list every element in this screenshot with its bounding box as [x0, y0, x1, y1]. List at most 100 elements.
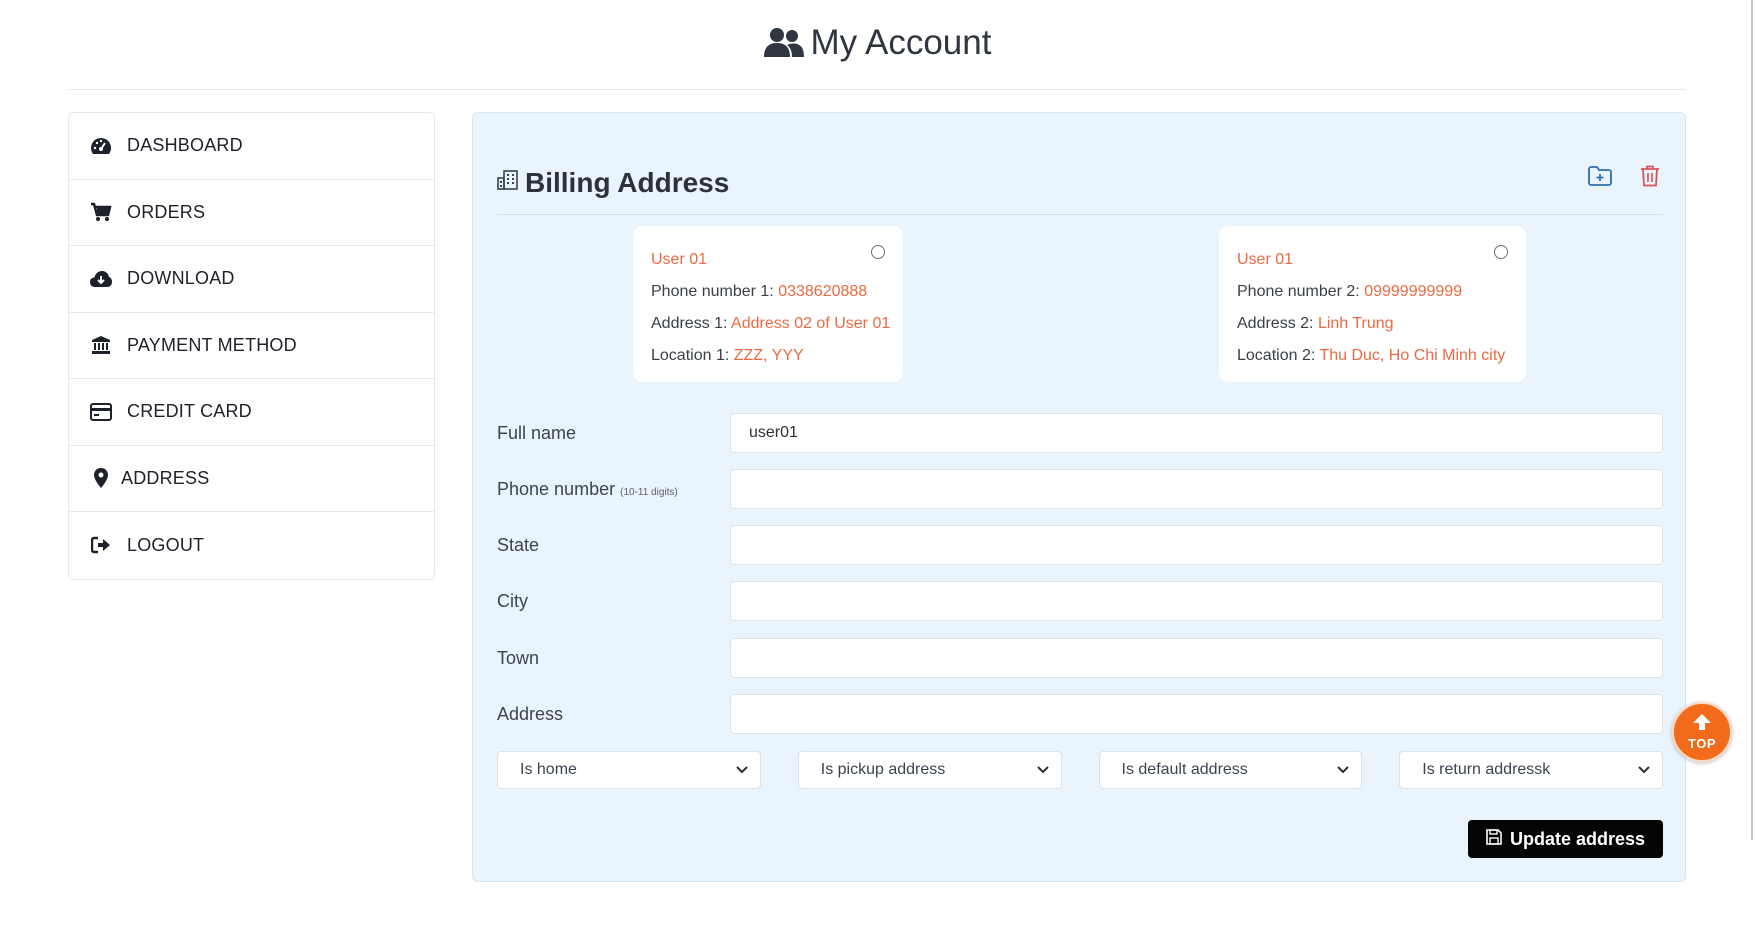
- phone-label: Phone number: [497, 478, 616, 499]
- phone-label: Phone number 1:: [651, 283, 774, 300]
- address-phone: Phone number 2: 09999999999: [1237, 276, 1508, 308]
- sidebar: DASHBOARD ORDERS DOWNLOAD PAYMENT METHOD…: [68, 112, 435, 580]
- sidebar-item-label: DASHBOARD: [127, 135, 243, 156]
- select-value: Is pickup address: [820, 761, 946, 778]
- city-label: City: [497, 590, 528, 611]
- bank-icon: [89, 333, 113, 357]
- town-label: Town: [497, 647, 540, 668]
- address-card[interactable]: User 01 Phone number 2: 09999999999 Addr…: [1219, 226, 1526, 382]
- fullname-input[interactable]: [730, 413, 1663, 453]
- billing-address-card: Billing Address User 01 Phone number 1: …: [472, 112, 1686, 882]
- sidebar-item-label: ADDRESS: [121, 467, 210, 488]
- phone-label-wrap: Phone number (10-11 digits): [497, 479, 730, 500]
- sidebar-item-label: CREDIT CARD: [127, 401, 252, 422]
- address-name-value: User 01: [651, 251, 708, 268]
- fullname-row: Full name: [497, 413, 1663, 453]
- sidebar-item-label: LOGOUT: [127, 534, 205, 555]
- sidebar-item-label: ORDERS: [127, 201, 206, 222]
- sidebar-item-download[interactable]: DOWNLOAD: [69, 246, 434, 313]
- state-input[interactable]: [730, 525, 1663, 565]
- select-value: Is return addressk: [1422, 761, 1551, 778]
- cart-icon: [89, 200, 113, 224]
- address-name-value: User 01: [1237, 251, 1294, 268]
- card-title: Billing Address: [525, 166, 730, 198]
- page-header: My Account: [68, 0, 1686, 90]
- address-card[interactable]: User 01 Phone number 1: 0338620888 Addre…: [633, 226, 903, 382]
- chevron-down-icon: [1337, 761, 1349, 779]
- map-pin-icon: [89, 466, 113, 490]
- location-label: Location 1:: [651, 347, 730, 364]
- address-location: Location 1: ZZZ, YYY: [651, 340, 885, 372]
- phone-input[interactable]: [730, 469, 1663, 509]
- location-value: ZZZ, YYY: [733, 347, 804, 364]
- sidebar-item-logout[interactable]: LOGOUT: [69, 512, 434, 579]
- address-type-selects: Is home Is pickup address Is default add…: [497, 751, 1663, 789]
- users-icon: [763, 27, 805, 59]
- is-home-select[interactable]: Is home: [497, 751, 761, 789]
- sidebar-item-address[interactable]: ADDRESS: [69, 446, 434, 512]
- sidebar-item-label: DOWNLOAD: [127, 268, 235, 289]
- select-value: Is default address: [1121, 761, 1248, 778]
- chevron-down-icon: [1638, 761, 1650, 779]
- card-header: Billing Address: [497, 151, 1663, 215]
- update-address-label: Update address: [1509, 828, 1646, 849]
- update-address-button[interactable]: Update address: [1468, 820, 1663, 858]
- location-label: Location 2:: [1237, 347, 1316, 364]
- address-value: Address 02 of User 01: [731, 315, 891, 332]
- page-title: My Account: [810, 22, 992, 62]
- address-radio[interactable]: [871, 245, 885, 259]
- town-row: Town: [497, 638, 1663, 678]
- state-label: State: [497, 534, 540, 555]
- address-label: Address 2:: [1237, 315, 1314, 332]
- is-default-select[interactable]: Is default address: [1098, 751, 1363, 789]
- chevron-down-icon: [736, 761, 748, 779]
- location-value: Thu Duc, Ho Chi Minh city: [1319, 347, 1506, 364]
- cloud-download-icon: [89, 267, 113, 291]
- address-phone: Phone number 1: 0338620888: [651, 276, 885, 308]
- add-address-button[interactable]: [1587, 165, 1613, 191]
- address-location: Location 2: Thu Duc, Ho Chi Minh city: [1237, 340, 1508, 372]
- gauge-icon: [89, 134, 113, 158]
- address-address: Address 1: Address 02 of User 01: [651, 308, 890, 340]
- address-label: Address 1:: [651, 315, 728, 332]
- header-actions: [1587, 165, 1663, 191]
- address-address: Address 2: Linh Trung: [1237, 308, 1508, 340]
- fullname-label: Full name: [497, 422, 577, 443]
- sidebar-item-dashboard[interactable]: DASHBOARD: [69, 113, 434, 180]
- building-icon: [497, 169, 519, 196]
- arrow-up-icon: [1693, 713, 1711, 735]
- city-input[interactable]: [730, 581, 1663, 621]
- scroll-to-top-label: TOP: [1688, 735, 1716, 751]
- address-radio[interactable]: [1494, 245, 1508, 259]
- address-row: Address: [497, 694, 1663, 734]
- sidebar-item-credit-card[interactable]: CREDIT CARD: [69, 379, 434, 446]
- address-name: User 01: [1237, 244, 1508, 276]
- folder-plus-icon: [1588, 165, 1612, 191]
- city-row: City: [497, 581, 1663, 621]
- address-name: User 01: [651, 244, 885, 276]
- sidebar-item-payment-method[interactable]: PAYMENT METHOD: [69, 313, 434, 379]
- trash-icon: [1640, 165, 1660, 192]
- address-input[interactable]: [730, 694, 1663, 734]
- phone-row: Phone number (10-11 digits): [497, 469, 1663, 509]
- phone-label: Phone number 2:: [1237, 283, 1360, 300]
- page-title-wrap: My Account: [763, 22, 992, 63]
- logout-icon: [89, 533, 113, 557]
- phone-value: 09999999999: [1364, 283, 1463, 300]
- scroll-to-top-button[interactable]: TOP: [1672, 702, 1732, 762]
- town-input[interactable]: [730, 638, 1663, 678]
- phone-hint: (10-11 digits): [620, 486, 678, 498]
- sidebar-item-label: PAYMENT METHOD: [127, 334, 297, 355]
- scrollbar[interactable]: [1751, 0, 1753, 840]
- address-value: Linh Trung: [1317, 315, 1394, 332]
- save-icon: [1486, 828, 1502, 850]
- credit-card-icon: [89, 400, 113, 424]
- chevron-down-icon: [1036, 761, 1049, 779]
- sidebar-item-orders[interactable]: ORDERS: [69, 180, 434, 246]
- is-pickup-select[interactable]: Is pickup address: [797, 751, 1062, 789]
- is-return-select[interactable]: Is return addressk: [1399, 751, 1663, 789]
- select-value: Is home: [520, 761, 577, 778]
- delete-address-button[interactable]: [1637, 165, 1663, 191]
- phone-value: 0338620888: [778, 283, 868, 300]
- address-label: Address: [497, 703, 564, 724]
